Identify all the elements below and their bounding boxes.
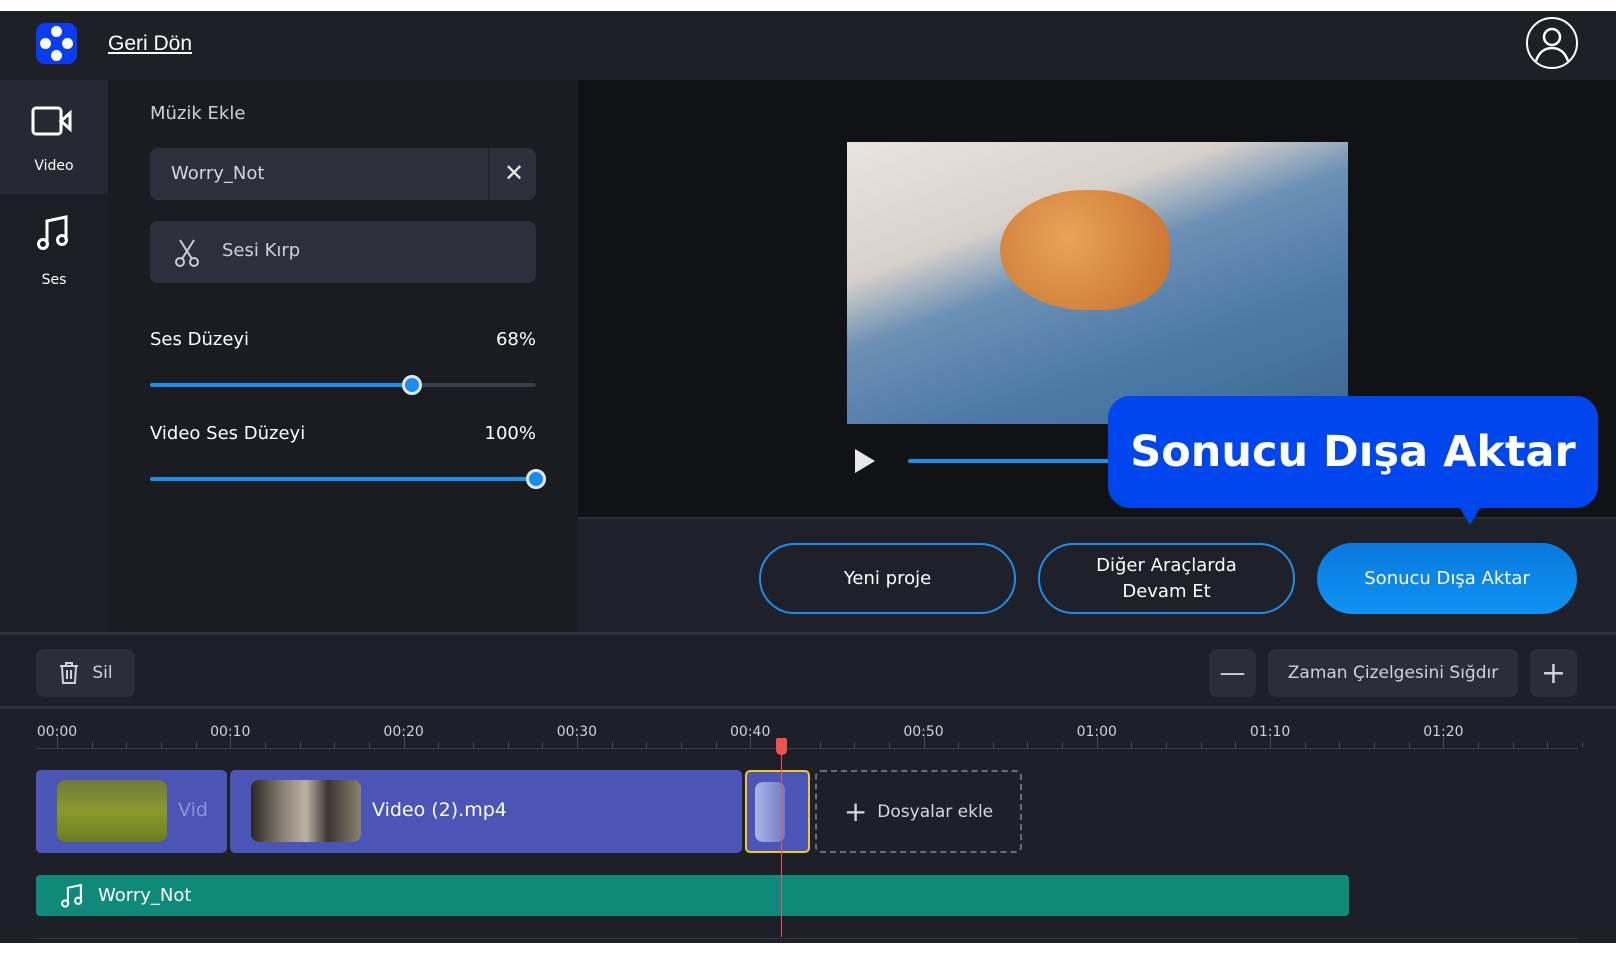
timeline-clip[interactable]: Vid xyxy=(36,770,227,853)
play-icon[interactable] xyxy=(853,448,877,474)
video-volume-slider[interactable] xyxy=(150,477,536,481)
playhead-line xyxy=(781,742,782,937)
add-files-button[interactable]: + Dosyalar ekle xyxy=(815,770,1022,853)
header xyxy=(0,11,1616,80)
music-input[interactable]: Worry_Not ✕ xyxy=(150,148,536,200)
ruler-tick xyxy=(403,737,405,748)
back-link[interactable]: Geri Dön xyxy=(108,32,192,56)
panel-title: Müzik Ekle xyxy=(150,103,246,124)
music-note-icon xyxy=(61,883,83,908)
clip-label: Video (2).mp4 xyxy=(372,799,507,821)
ruler-tick xyxy=(1443,737,1445,748)
clip-label: Vid xyxy=(178,799,208,821)
playhead-handle[interactable] xyxy=(776,738,787,755)
trash-icon xyxy=(60,662,79,684)
timeline-clip[interactable]: Video (2).mp4 xyxy=(230,770,742,853)
ruler-tick xyxy=(1270,737,1272,748)
video-frame-subject xyxy=(1000,190,1170,310)
button-label-line: Diğer Araçlarda xyxy=(1096,554,1237,576)
clip-thumbnail xyxy=(57,780,167,842)
video-volume-value: 100% xyxy=(484,423,536,444)
ruler-baseline xyxy=(36,748,1578,749)
timeline-clip-selected[interactable] xyxy=(745,770,810,853)
button-label-line: Devam Et xyxy=(1122,580,1211,602)
fit-timeline-button[interactable]: Zaman Çizelgesini Sığdır xyxy=(1268,649,1518,697)
zoom-out-button[interactable]: — xyxy=(1209,649,1256,697)
zoom-in-button[interactable]: + xyxy=(1530,649,1577,697)
sidebar-item-video[interactable]: Video xyxy=(0,80,108,194)
ruler-tick xyxy=(230,737,232,748)
user-avatar-icon[interactable] xyxy=(1526,17,1578,69)
track-divider xyxy=(36,938,1578,939)
ruler-tick xyxy=(923,737,925,748)
export-tooltip: Sonucu Dışa Aktar xyxy=(1108,396,1598,508)
tooltip-arrow xyxy=(1458,505,1482,525)
ruler-tick xyxy=(1096,737,1098,748)
video-volume-label: Video Ses Düzeyi xyxy=(150,423,306,444)
clip-thumbnail xyxy=(251,780,361,842)
volume-slider[interactable] xyxy=(150,383,536,387)
audio-track-label: Worry_Not xyxy=(98,885,192,906)
clear-icon[interactable]: ✕ xyxy=(504,159,524,187)
app-logo[interactable] xyxy=(36,23,77,64)
audio-track[interactable]: Worry_Not xyxy=(36,875,1349,916)
ruler-tick xyxy=(750,737,752,748)
add-files-label: Dosyalar ekle xyxy=(877,801,994,822)
sidebar-item-label: Ses xyxy=(41,272,67,288)
volume-label: Ses Düzeyi xyxy=(150,329,250,350)
trim-audio-button[interactable]: Sesi Kırp xyxy=(150,221,536,283)
volume-slider-thumb[interactable] xyxy=(402,375,422,395)
video-camera-icon xyxy=(31,106,72,136)
scissors-icon xyxy=(175,239,199,267)
video-volume-slider-thumb[interactable] xyxy=(526,469,546,489)
sidebar-item-label: Video xyxy=(34,158,74,174)
ruler-tick xyxy=(576,737,578,748)
ruler-tick xyxy=(1582,742,1584,748)
delete-label: Sil xyxy=(92,663,113,683)
trim-audio-label: Sesi Kırp xyxy=(222,240,301,261)
sidebar: Video Ses xyxy=(0,80,108,632)
plus-icon: + xyxy=(843,795,868,828)
volume-value: 68% xyxy=(495,329,536,350)
new-project-button[interactable]: Yeni proje xyxy=(759,543,1016,614)
continue-other-tools-button[interactable]: Diğer Araçlarda Devam Et xyxy=(1038,543,1295,614)
minus-icon: — xyxy=(1219,658,1246,688)
action-bar: Yeni proje Diğer Araçlarda Devam Et Sonu… xyxy=(578,517,1616,632)
music-input-value: Worry_Not xyxy=(171,163,265,184)
plus-icon: + xyxy=(1540,655,1567,691)
export-button[interactable]: Sonucu Dışa Aktar xyxy=(1317,543,1577,614)
delete-button[interactable]: Sil xyxy=(36,649,135,697)
sidebar-item-ses[interactable]: Ses xyxy=(0,194,108,308)
ruler-tick xyxy=(57,737,58,748)
music-note-icon xyxy=(37,215,68,250)
